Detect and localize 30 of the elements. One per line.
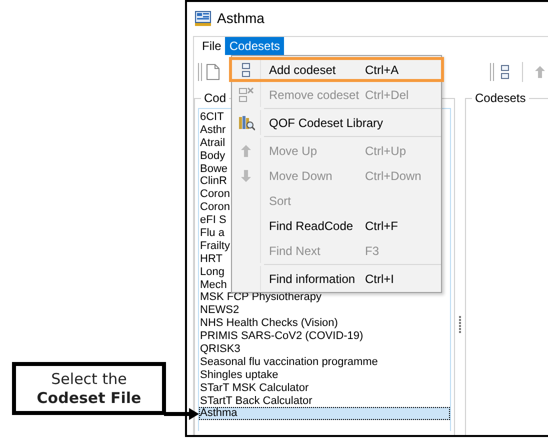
callout-text: Select the Codeset File — [36, 370, 142, 408]
window-title: Asthma — [217, 10, 264, 26]
remove-codeset-icon — [238, 86, 254, 102]
library-search-icon — [238, 114, 254, 130]
menu-item[interactable]: Add codeset Ctrl+A — [229, 57, 444, 82]
list-item[interactable]: Asthma — [199, 407, 450, 420]
group-title: Cod — [203, 91, 228, 105]
menu-item[interactable]: Find ReadCode Ctrl+F — [232, 213, 441, 238]
new-document-icon[interactable] — [206, 64, 220, 80]
list-item[interactable]: NEWS2 — [199, 304, 450, 318]
list-item[interactable]: PRIMIS SARS-CoV2 (COVID-19) — [199, 330, 450, 344]
menu-bar-item[interactable]: Codesets — [225, 37, 284, 55]
list-item[interactable]: Seasonal flu vaccination programme — [199, 356, 450, 369]
app-icon — [195, 10, 212, 26]
codeset-icon — [241, 62, 251, 78]
group-title: Codesets — [474, 91, 527, 105]
toolbar-grip-icon — [198, 63, 202, 81]
menu-item[interactable]: Find information Ctrl+I — [232, 266, 441, 291]
list-item[interactable]: STartT Back Calculator — [199, 394, 450, 408]
list-item[interactable]: STarT MSK Calculator — [199, 382, 450, 395]
menu-bar-item[interactable]: File — [198, 37, 226, 55]
list-item[interactable]: QRISK3 — [199, 343, 450, 356]
up-arrow-icon — [241, 144, 251, 156]
splitter-grip-icon[interactable] — [458, 316, 462, 333]
list-item[interactable]: NHS Health Checks (Vision) — [199, 317, 450, 330]
menu-item[interactable]: QOF Codeset Library — [232, 110, 441, 135]
down-arrow-icon — [241, 170, 251, 182]
list-item[interactable]: Shingles uptake — [199, 368, 450, 382]
codeset-icon[interactable] — [500, 64, 510, 80]
toolbar-grip-icon — [490, 63, 494, 81]
